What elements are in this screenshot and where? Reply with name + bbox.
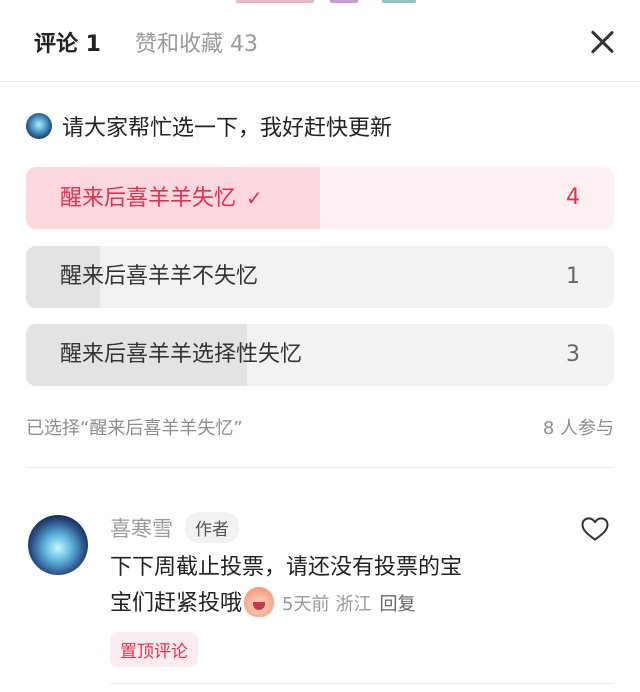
poll-option-count: 3	[566, 342, 580, 367]
poll-participants: 8 人参与	[542, 418, 614, 439]
poll-selected-summary: 已选择“醒来后喜羊羊失忆”	[26, 418, 243, 439]
poll-option[interactable]: 醒来后喜羊羊不失忆 1	[26, 246, 614, 308]
divider	[110, 683, 614, 684]
pinned-comment-tag: 置顶评论	[110, 632, 198, 667]
heart-outline-icon[interactable]	[580, 514, 610, 544]
check-icon: ✓	[246, 186, 263, 210]
comment-body: 下下周截止投票，请还没有投票的宝 宝们赶紧投哦 5天前 浙江 回复	[110, 550, 550, 623]
close-icon[interactable]	[588, 28, 616, 56]
poll-option-label: 醒来后喜羊羊不失忆	[60, 264, 259, 289]
author-name[interactable]: 喜寒雪	[110, 513, 173, 543]
tab-likes-and-favorites[interactable]: 赞和收藏 43	[135, 26, 258, 58]
comment-text-line1: 下下周截止投票，请还没有投票的宝	[110, 555, 463, 580]
poll-option[interactable]: 醒来后喜羊羊选择性失忆 3	[26, 324, 614, 386]
poll-summary: 已选择“醒来后喜羊羊失忆” 8 人参与	[26, 414, 614, 440]
author-badge: 作者	[185, 512, 239, 543]
poll-option-count: 1	[566, 264, 580, 289]
comment-author: 喜寒雪 作者	[110, 512, 239, 543]
poll-title: 请大家帮忙选一下，我好赶快更新	[26, 112, 393, 141]
comment-location: 浙江	[335, 594, 372, 615]
poll-option[interactable]: 醒来后喜羊羊失忆 ✓ 4	[26, 167, 614, 229]
poll-author-avatar	[26, 113, 52, 139]
comment-item: 喜寒雪 作者 下下周截止投票，请还没有投票的宝 宝们赶紧投哦 5天前 浙江 回复 置顶…	[0, 468, 640, 692]
poll-question: 请大家帮忙选一下，我好赶快更新	[62, 116, 393, 141]
comment-time: 5天前	[282, 594, 330, 615]
tab-comments[interactable]: 评论 1	[34, 26, 101, 58]
comments-header: 评论 1 赞和收藏 43	[0, 0, 640, 82]
poll-option-count: 4	[566, 185, 580, 210]
poll-option-label: 醒来后喜羊羊选择性失忆	[60, 342, 303, 367]
avatar[interactable]	[28, 515, 88, 575]
blush-emoji-icon	[244, 587, 275, 617]
reply-button[interactable]: 回复	[379, 594, 415, 615]
comment-text-line2: 宝们赶紧投哦	[110, 591, 243, 616]
poll-option-label: 醒来后喜羊羊失忆	[60, 186, 237, 211]
